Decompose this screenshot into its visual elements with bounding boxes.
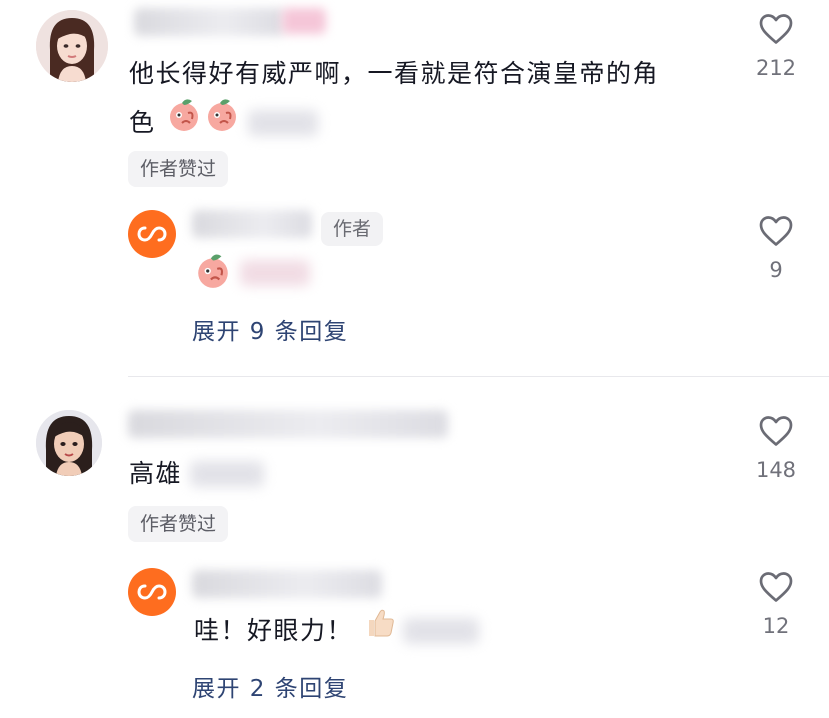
reply-text-blurred: [403, 617, 480, 644]
reply-like-button[interactable]: 12: [746, 570, 806, 638]
heart-icon: [759, 572, 793, 602]
like-count: 212: [755, 56, 797, 80]
heart-icon: [759, 14, 793, 44]
reply-like-button[interactable]: 9: [746, 214, 806, 282]
divider: [128, 376, 829, 377]
author-liked-badge: 作者赞过: [128, 151, 229, 187]
like-button[interactable]: 148: [746, 414, 806, 482]
reply-username-blurred[interactable]: [192, 210, 312, 238]
comment-text-line: 他长得好有威严啊，一看就是符合演皇帝的角: [129, 59, 660, 88]
expand-replies-link[interactable]: 展开 9 条回复: [192, 312, 348, 346]
reply-text: [194, 252, 310, 294]
expand-replies-link[interactable]: 展开 2 条回复: [192, 669, 348, 703]
author-avatar-icon[interactable]: [128, 568, 176, 616]
comment-text-line: 色: [129, 108, 156, 137]
heart-icon: [759, 416, 793, 446]
thumbs-up-emoji-icon: [363, 606, 397, 655]
reply-username-blurred[interactable]: [192, 570, 382, 598]
comment-text-blurred: [247, 109, 318, 136]
comment-text: 他长得好有威严啊，一看就是符合演皇帝的角 色: [129, 50, 729, 148]
comment-text-line: 高雄: [129, 459, 183, 488]
comment-text-blurred: [190, 460, 265, 487]
comment-text: 高雄: [129, 450, 265, 497]
heart-icon: [759, 216, 793, 246]
like-count: 148: [755, 458, 797, 482]
user-avatar[interactable]: [36, 410, 102, 476]
like-count: 9: [769, 258, 783, 282]
username-blurred[interactable]: [128, 410, 448, 438]
author-liked-badge: 作者赞过: [128, 506, 229, 542]
reply-text-blurred: [240, 260, 310, 286]
author-avatar-icon[interactable]: [128, 210, 176, 258]
like-count: 12: [762, 614, 790, 638]
like-button[interactable]: 212: [746, 12, 806, 80]
reply-text-line: 哇！好眼力！: [194, 616, 354, 645]
peach-emoji-icon: [204, 97, 240, 148]
peach-emoji-icon: [166, 97, 202, 148]
username-blurred[interactable]: [134, 8, 284, 36]
reply-text: 哇！好眼力！: [194, 606, 480, 655]
username-blurred-tag: [282, 8, 326, 34]
user-avatar[interactable]: [36, 10, 108, 82]
peach-emoji-icon: [194, 252, 232, 294]
author-badge: 作者: [321, 212, 384, 246]
